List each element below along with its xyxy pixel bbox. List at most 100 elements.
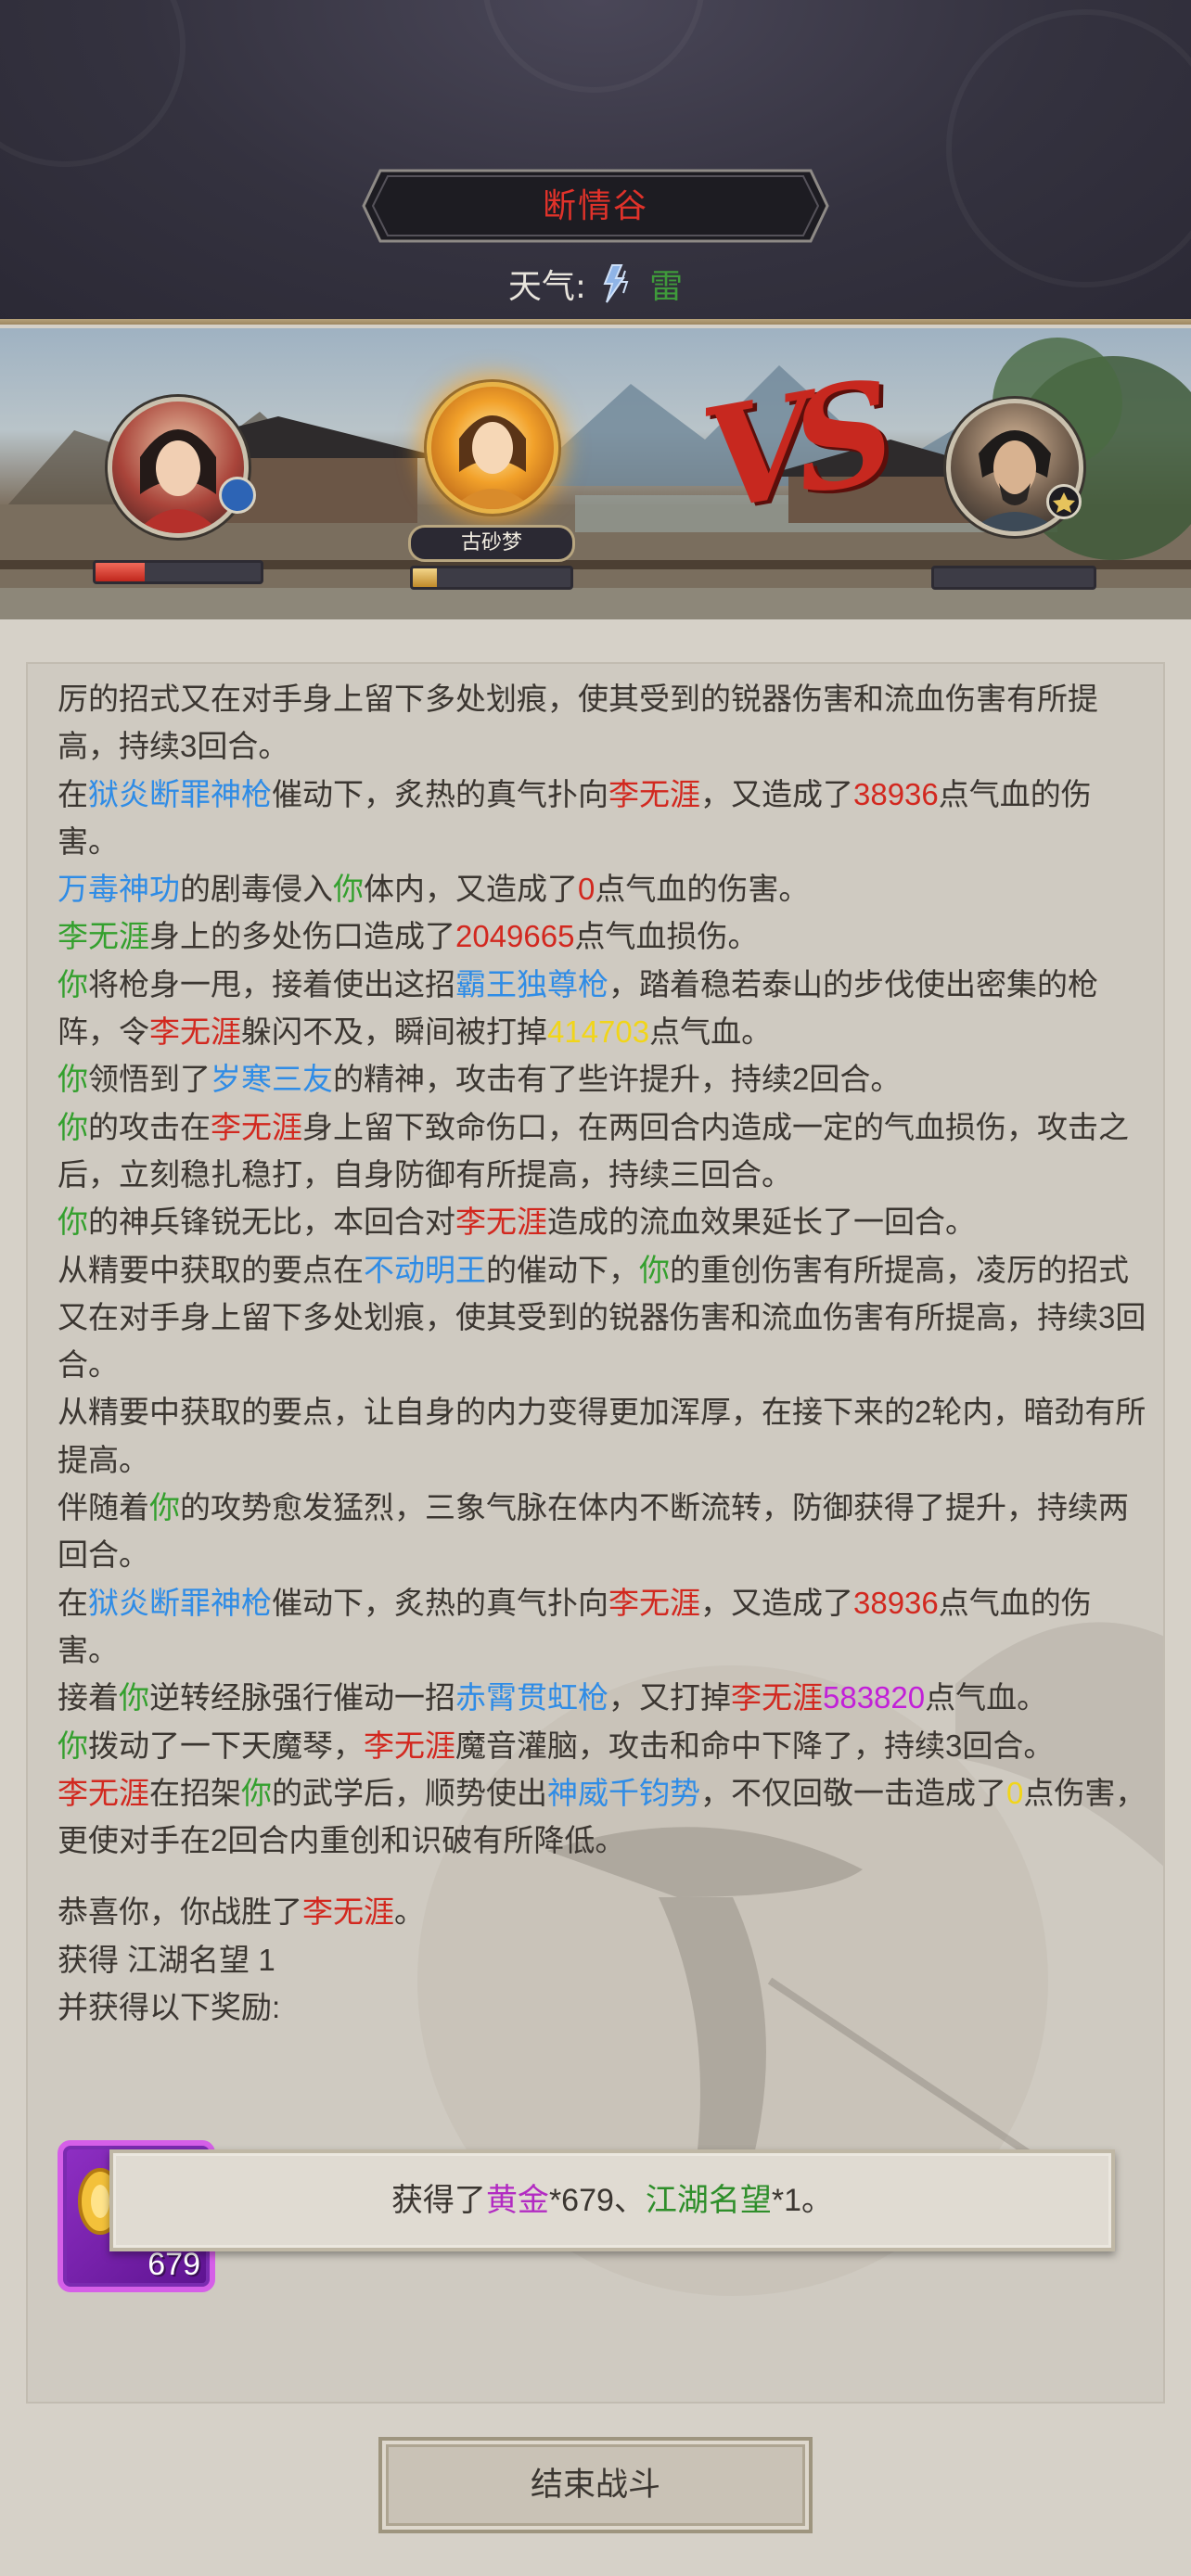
log-text: 魔音灌脑，攻击和命中下降了，持续3回合。 (455, 1728, 1055, 1763)
log-line: 伴随着你的攻势愈发猛烈，三象气脉在体内不断流转，防御获得了提升，持续两回合。 (58, 1484, 1152, 1579)
highlight-red: 李无涯 (211, 1109, 302, 1144)
highlight-red: 李无涯 (608, 1585, 700, 1620)
log-text: 的催动下， (486, 1252, 639, 1287)
weather-row: 天气: 雷 (0, 256, 1191, 312)
log-text: *679、 (548, 2183, 646, 2218)
log-text: ，又造成了 (700, 776, 853, 811)
highlight-green: 你 (58, 1062, 88, 1097)
highlight-blue: 神威千钧势 (547, 1775, 700, 1810)
log-text: 逆转经脉强行催动一招 (149, 1680, 455, 1715)
lightning-icon (596, 261, 640, 306)
battle-log-panel[interactable]: 厉的招式又在对手身上留下多处划痕，使其受到的锐器伤害和流血伤害有所提高，持续3回… (26, 662, 1165, 2404)
right-hp-bar (931, 566, 1096, 590)
highlight-red: 李无涯 (731, 1680, 823, 1715)
log-line: 接着你逆转经脉强行催动一招赤霄贯虹枪，又打掉李无涯583820点气血。 (58, 1674, 1152, 1721)
highlight-green: 你 (241, 1775, 272, 1810)
log-text: 催动下，炙热的真气扑向 (272, 776, 608, 811)
log-text: 接着 (58, 1680, 119, 1715)
log-line: 你将枪身一甩，接着使出这招霸王独尊枪，踏着稳若泰山的步伐使出密集的枪阵，令李无涯… (58, 961, 1152, 1056)
log-text: 。 (394, 1894, 425, 1930)
rank-badge-icon (1046, 484, 1082, 519)
log-line: 李无涯身上的多处伤口造成了2049665点气血损伤。 (58, 912, 1152, 960)
end-battle-button[interactable]: 结束战斗 (378, 2437, 813, 2533)
highlight-red: 李无涯 (608, 776, 700, 811)
log-text: 伴随着 (58, 1490, 149, 1525)
log-line: 万毒神功的剧毒侵入你体内，又造成了0点气血的伤害。 (58, 865, 1152, 912)
log-text: 身上的多处伤口造成了 (149, 919, 455, 954)
log-line: 你的神兵锋锐无比，本回合对李无涯造成的流血效果延长了一回合。 (58, 1198, 1152, 1245)
log-line: 你领悟到了岁寒三友的精神，攻击有了些许提升，持续2回合。 (58, 1055, 1152, 1103)
log-text: ，不仅回敬一击造成了 (700, 1775, 1006, 1810)
highlight-green: 你 (58, 1205, 88, 1240)
log-text: 的武学后，顺势使出 (272, 1775, 547, 1810)
log-text: 将枪身一甩，接着使出这招 (88, 966, 455, 1001)
log-line: 李无涯在招架你的武学后，顺势使出神威千钧势，不仅回敬一击造成了0点伤害，更使对手… (58, 1769, 1152, 1865)
center-hp-bar (410, 566, 573, 590)
log-line: 你拨动了一下天魔琴，李无涯魔音灌脑，攻击和命中下降了，持续3回合。 (58, 1722, 1152, 1769)
log-text: 获得了 (391, 2183, 486, 2218)
highlight-blue: 狱炎断罪神枪 (88, 776, 272, 811)
log-text: 从精要中获取的要点在 (58, 1252, 364, 1287)
highlight-red: 38936 (853, 776, 939, 811)
log-text: 点气血。 (649, 1014, 773, 1050)
highlight-red: 2049665 (455, 919, 575, 954)
log-text: 的剧毒侵入 (180, 872, 333, 907)
highlight-blue: 不动明王 (364, 1252, 486, 1287)
log-text: 点气血。 (925, 1680, 1048, 1715)
player-portrait-center[interactable] (427, 382, 558, 514)
weather-value: 雷 (649, 268, 684, 306)
highlight-blue: 万毒神功 (58, 872, 180, 907)
log-text: 从精要中获取的要点，让自身的内力变得更加浑厚，在接下来的2轮内，暗劲有所提高。 (58, 1395, 1146, 1477)
log-text: 拨动了一下天魔琴， (88, 1728, 364, 1763)
battle-log: 厉的招式又在对手身上留下多处划痕，使其受到的锐器伤害和流血伤害有所提高，持续3回… (58, 675, 1152, 2031)
player-name-plate: 古砂梦 (408, 525, 575, 562)
log-line: 在狱炎断罪神枪催动下，炙热的真气扑向李无涯，又造成了38936点气血的伤害。 (58, 1579, 1152, 1675)
highlight-purple: 583820 (823, 1680, 926, 1715)
cloud-pattern (946, 9, 1191, 287)
victory-line: 恭喜你，你战胜了李无涯。 (58, 1888, 1152, 1935)
weather-label: 天气: (507, 268, 587, 306)
log-text: 点气血损伤。 (574, 919, 759, 954)
location-title-plate: 断情谷 (360, 167, 831, 245)
highlight-green: 江湖名望 (645, 2183, 772, 2218)
header-banner: 断情谷 天气: 雷 (0, 0, 1191, 325)
player-portrait-left[interactable] (108, 397, 249, 538)
highlight-green: 你 (58, 1728, 88, 1763)
log-text: 在 (58, 776, 88, 811)
highlight-green: 你 (58, 1109, 88, 1144)
divider (0, 319, 1191, 325)
log-text: 的攻击在 (88, 1109, 211, 1144)
log-line: 你的攻击在李无涯身上留下致命伤口，在两回合内造成一定的气血损伤，攻击之后，立刻稳… (58, 1103, 1152, 1199)
location-title: 断情谷 (542, 186, 648, 224)
cloud-pattern (482, 0, 705, 93)
log-text: 的攻势愈发猛烈，三象气脉在体内不断流转，防御获得了提升，持续两回合。 (58, 1490, 1129, 1573)
highlight-green: 你 (639, 1252, 670, 1287)
highlight-green: 你 (333, 872, 364, 907)
highlight-purple: 黄金 (485, 2183, 549, 2218)
log-line: 从精要中获取的要点在不动明王的催动下，你的重创伤害有所提高，凌厉的招式又在对手身… (58, 1246, 1152, 1389)
log-text: 的神兵锋锐无比，本回合对 (88, 1205, 455, 1240)
highlight-blue: 霸王独尊枪 (455, 966, 608, 1001)
center-hp-fill (413, 568, 437, 587)
highlight-red: 李无涯 (58, 1775, 149, 1810)
highlight-yellow: 414703 (547, 1014, 650, 1050)
log-text: 躲闪不及，瞬间被打掉 (241, 1014, 547, 1050)
log-text: 的精神，攻击有了些许提升，持续2回合。 (333, 1062, 902, 1097)
vs-emblem: VS (692, 351, 890, 542)
log-text: 催动下，炙热的真气扑向 (272, 1585, 608, 1620)
gain-line: 获得 江湖名望 1 (58, 1942, 275, 1977)
log-line: 厉的招式又在对手身上留下多处划痕，使其受到的锐器伤害和流血伤害有所提高，持续3回… (58, 675, 1152, 771)
highlight-yellow: 0 (1006, 1775, 1024, 1810)
highlight-blue: 赤霄贯虹枪 (455, 1680, 608, 1715)
log-text: 体内，又造成了 (364, 872, 578, 907)
left-hp-fill (96, 563, 146, 581)
highlight-red: 38936 (853, 1585, 939, 1620)
log-text: 恭喜你，你战胜了 (58, 1894, 302, 1930)
reward-count: 679 (147, 2247, 200, 2282)
cloud-pattern (0, 0, 186, 167)
log-text: ，又打掉 (608, 1680, 731, 1715)
highlight-red: 李无涯 (149, 1014, 241, 1050)
highlight-red: 李无涯 (302, 1894, 394, 1930)
log-text: 点气血的伤害。 (595, 872, 810, 907)
